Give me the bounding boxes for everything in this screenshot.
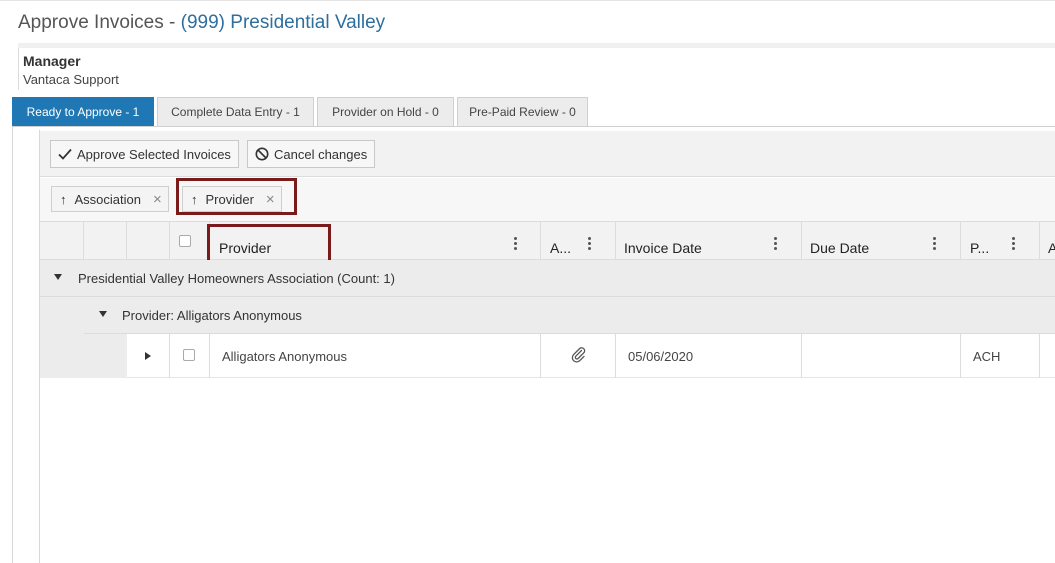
cell-divider [615,334,616,378]
collapse-group-icon[interactable] [99,311,107,317]
select-all-checkbox[interactable] [179,235,191,247]
cell-divider [960,334,961,378]
column-menu-icon[interactable] [774,237,778,251]
group-label-association: Presidential Valley Homeowners Associati… [78,271,395,286]
column-menu-icon[interactable] [1012,237,1016,251]
page-title-prefix: Approve Invoices - [18,12,181,33]
column-divider [83,222,84,260]
column-header-invoice-date[interactable]: Invoice Date [624,240,702,256]
tab-ready-to-approve[interactable]: Ready to Approve - 1 [12,97,154,126]
grid-toolbar: Approve Selected Invoices Cancel changes [40,131,1055,177]
cancel-changes-button[interactable]: Cancel changes [247,140,376,168]
column-menu-icon[interactable] [514,237,518,251]
column-menu-icon[interactable] [588,237,592,251]
approve-selected-label: Approve Selected Invoices [77,146,231,162]
group-indent [84,334,127,378]
column-divider [540,222,541,260]
cancel-changes-label: Cancel changes [274,146,368,162]
tab-provider-on-hold[interactable]: Provider on Hold - 0 [317,97,454,126]
cell-divider [801,334,802,378]
remove-group-icon[interactable]: × [153,191,162,208]
cell-divider [540,334,541,378]
column-divider [1039,222,1040,260]
row-select-checkbox[interactable] [183,349,195,361]
cell-divider [1039,334,1040,378]
group-indent [40,297,84,378]
column-header-attachment[interactable]: A... [550,240,571,256]
info-strip [18,43,1055,48]
role-label: Manager [23,53,81,69]
table-row[interactable]: Alligators Anonymous 05/06/2020 ACH [127,334,1055,378]
column-divider [615,222,616,260]
tab-pre-paid-review[interactable]: Pre-Paid Review - 0 [457,97,588,126]
column-divider [126,222,127,260]
approve-selected-button[interactable]: Approve Selected Invoices [50,140,239,168]
cell-invoice-date: 05/06/2020 [628,349,694,364]
checkmark-icon [58,148,72,160]
expand-row-icon[interactable] [145,352,151,360]
group-row-association: Presidential Valley Homeowners Associati… [40,260,1055,297]
column-divider [960,222,961,260]
association-link[interactable]: (999) Presidential Valley [181,12,386,33]
tab-complete-data-entry[interactable]: Complete Data Entry - 1 [157,97,314,126]
role-name: Vantaca Support [23,72,119,87]
cancel-icon [255,147,269,161]
cell-payment-method: ACH [973,349,1001,364]
column-divider [169,222,170,260]
cell-divider [169,334,170,378]
paperclip-icon[interactable] [570,345,586,368]
info-border [18,48,19,90]
column-menu-icon[interactable] [933,237,937,251]
column-header-due-date[interactable]: Due Date [810,240,869,256]
group-chip-association[interactable]: ↑ Association × [51,186,169,212]
group-label-provider: Provider: Alligators Anonymous [122,308,302,323]
column-header-extra[interactable]: A [1048,240,1055,256]
group-row-provider: Provider: Alligators Anonymous [84,297,1055,334]
collapse-group-icon[interactable] [54,274,62,280]
column-divider [801,222,802,260]
group-chip-label: Association [74,191,141,207]
top-rule [0,0,1055,1]
grid-header: Provider A... Invoice Date Due Date P...… [40,222,1055,260]
highlight-box-provider-chip [176,178,297,215]
cell-divider [209,334,210,378]
column-header-payment[interactable]: P... [970,240,989,256]
sort-ascending-icon: ↑ [60,191,67,207]
page-title: Approve Invoices - (999) Presidential Va… [18,12,385,34]
cell-provider: Alligators Anonymous [222,349,348,364]
